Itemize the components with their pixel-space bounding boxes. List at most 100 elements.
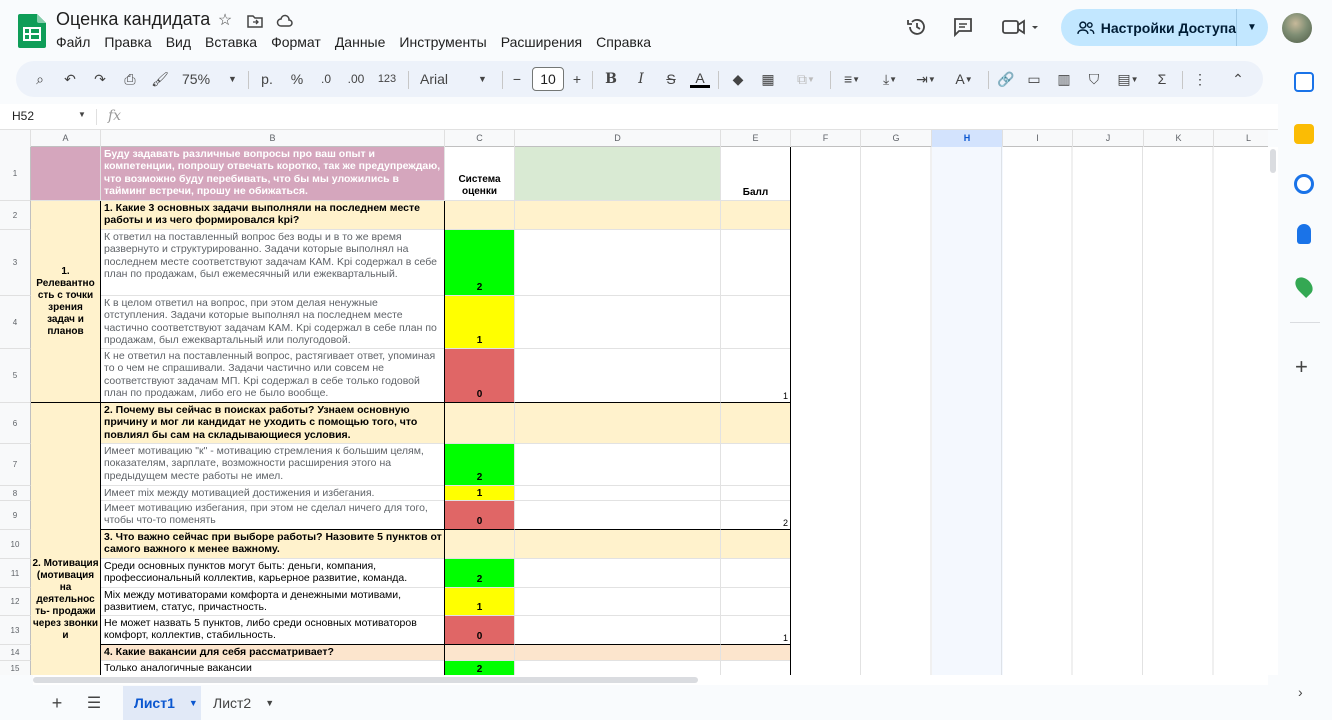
italic-icon[interactable]: I bbox=[630, 61, 652, 97]
decrease-font-size-icon[interactable]: − bbox=[508, 61, 526, 97]
column-header-l[interactable]: L bbox=[1214, 130, 1268, 147]
avatar[interactable] bbox=[1282, 13, 1312, 43]
font-select[interactable]: Arial ▼ bbox=[416, 61, 496, 97]
row-header[interactable]: 15 bbox=[0, 661, 31, 675]
filter-views-icon[interactable]: ▤ ▼ bbox=[1110, 61, 1146, 97]
menu-data[interactable]: Данные bbox=[335, 34, 393, 52]
cell-c2[interactable] bbox=[445, 201, 515, 230]
strikethrough-icon[interactable]: S bbox=[660, 61, 682, 97]
row-header[interactable]: 10 bbox=[0, 530, 31, 559]
cell-c3[interactable]: 2 bbox=[445, 230, 515, 296]
cell-a-block-2[interactable]: 2. Мотивация (мотивация на деятельнос ть… bbox=[31, 403, 101, 675]
insert-comment-icon[interactable]: ▭ bbox=[1022, 61, 1046, 97]
menu-format[interactable]: Формат bbox=[271, 34, 328, 52]
sheet-tab-1[interactable]: Лист1 ▼ bbox=[123, 686, 201, 720]
menu-insert[interactable]: Вставка bbox=[205, 34, 264, 52]
cell-e7[interactable] bbox=[721, 444, 791, 486]
maps-icon[interactable] bbox=[1291, 273, 1317, 299]
cell-e3[interactable] bbox=[721, 230, 791, 296]
horizontal-scroll-thumb[interactable] bbox=[33, 677, 698, 683]
collapse-toolbar-icon[interactable]: ⌃ bbox=[1226, 61, 1250, 97]
tasks-icon[interactable] bbox=[1294, 174, 1314, 194]
sheet-tab-2[interactable]: Лист2 ▼ bbox=[213, 686, 274, 720]
cell-b14[interactable]: 4. Какие вакансии для себя рассматривает… bbox=[101, 645, 445, 661]
cell-c14[interactable] bbox=[445, 645, 515, 661]
decrease-decimal-button[interactable]: .0 bbox=[314, 61, 338, 97]
horizontal-align-icon[interactable]: ≡ ▼ bbox=[834, 61, 870, 97]
all-sheets-icon[interactable]: ☰ bbox=[84, 693, 104, 713]
cell-c7[interactable]: 2 bbox=[445, 444, 515, 486]
cell-b4[interactable]: К в целом ответил на вопрос, при этом де… bbox=[101, 296, 445, 349]
percent-format-button[interactable]: % bbox=[286, 61, 308, 97]
cell-e5[interactable]: 1 bbox=[721, 349, 791, 403]
menu-extensions[interactable]: Расширения bbox=[501, 34, 589, 52]
zoom-select[interactable]: 75% ▼ bbox=[178, 61, 238, 97]
cell-d9[interactable] bbox=[515, 501, 721, 530]
cell-b10[interactable]: 3. Что важно сейчас при выборе работы? Н… bbox=[101, 530, 445, 559]
cell-b1[interactable]: Буду задавать различные вопросы про ваш … bbox=[101, 147, 445, 201]
column-header-h[interactable]: H bbox=[932, 130, 1003, 147]
insert-link-icon[interactable]: 🔗 bbox=[994, 61, 1018, 97]
share-dropdown-icon[interactable]: ▼ bbox=[1237, 22, 1267, 33]
cell-b5[interactable]: К не ответил на поставленный вопрос, рас… bbox=[101, 349, 445, 403]
cell-c6[interactable] bbox=[445, 403, 515, 444]
cell-c13[interactable]: 0 bbox=[445, 616, 515, 645]
borders-icon[interactable]: ▦ bbox=[756, 61, 780, 97]
name-box[interactable]: H52 bbox=[12, 109, 34, 123]
column-header-k[interactable]: K bbox=[1144, 130, 1214, 147]
chevron-down-icon[interactable]: ▼ bbox=[189, 698, 198, 708]
cloud-status-icon[interactable] bbox=[276, 12, 294, 30]
cell-d2[interactable] bbox=[515, 201, 721, 230]
sheet-grid[interactable]: A B C D E F G H I J K L 1 2 3 4 5 6 7 8 … bbox=[0, 130, 1268, 675]
row-header[interactable]: 4 bbox=[0, 296, 31, 349]
cell-e4[interactable] bbox=[721, 296, 791, 349]
row-header[interactable]: 5 bbox=[0, 349, 31, 403]
column-header-f[interactable]: F bbox=[791, 130, 861, 147]
cell-b9[interactable]: Имеет мотивацию избегания, при этом не с… bbox=[101, 501, 445, 530]
text-rotation-icon[interactable]: A ▼ bbox=[946, 61, 982, 97]
name-box-dropdown-icon[interactable]: ▼ bbox=[78, 110, 86, 119]
paint-format-icon[interactable]: 🖌 bbox=[148, 61, 172, 97]
cell-d1[interactable] bbox=[515, 147, 721, 201]
insert-chart-icon[interactable]: ▥ bbox=[1052, 61, 1076, 97]
cell-d10[interactable] bbox=[515, 530, 721, 559]
cell-e11[interactable] bbox=[721, 559, 791, 588]
row-header[interactable]: 9 bbox=[0, 501, 31, 530]
cell-e1[interactable]: Балл bbox=[721, 147, 791, 201]
column-header-g[interactable]: G bbox=[861, 130, 932, 147]
increase-decimal-button[interactable]: .00 bbox=[342, 61, 370, 97]
cell-e10[interactable] bbox=[721, 530, 791, 559]
star-icon[interactable]: ☆ bbox=[216, 12, 234, 30]
cell-d5[interactable] bbox=[515, 349, 721, 403]
keep-icon[interactable] bbox=[1294, 124, 1314, 144]
move-folder-icon[interactable] bbox=[246, 12, 264, 30]
cell-d8[interactable] bbox=[515, 486, 721, 501]
cell-b7[interactable]: Имеет мотивацию "к" - мотивацию стремлен… bbox=[101, 444, 445, 486]
cell-c15[interactable]: 2 bbox=[445, 661, 515, 675]
column-header-b[interactable]: B bbox=[101, 130, 445, 147]
get-addons-icon[interactable]: + bbox=[1295, 354, 1308, 380]
row-header[interactable]: 6 bbox=[0, 403, 31, 444]
column-header-a[interactable]: A bbox=[31, 130, 101, 147]
more-formats-button[interactable]: 123 bbox=[374, 61, 400, 97]
cell-d13[interactable] bbox=[515, 616, 721, 645]
cell-b2[interactable]: 1. Какие 3 основных задачи выполняли на … bbox=[101, 201, 445, 230]
vertical-align-icon[interactable]: ⤓ ▼ bbox=[872, 61, 908, 97]
cell-d14[interactable] bbox=[515, 645, 721, 661]
row-header[interactable]: 14 bbox=[0, 645, 31, 661]
row-header[interactable]: 11 bbox=[0, 559, 31, 588]
menu-tools[interactable]: Инструменты bbox=[399, 34, 493, 52]
column-header-j[interactable]: J bbox=[1073, 130, 1144, 147]
cell-a-block-1[interactable]: 1. Релевантно сть с точки зрения задач и… bbox=[31, 201, 101, 403]
document-title[interactable]: Оценка кандидата bbox=[56, 9, 210, 30]
search-menus-icon[interactable]: ⌕ bbox=[28, 61, 52, 97]
cell-d4[interactable] bbox=[515, 296, 721, 349]
share-button[interactable]: Настройки Доступа ▼ bbox=[1061, 9, 1268, 46]
calendar-icon[interactable] bbox=[1294, 72, 1314, 92]
cell-e13[interactable]: 1 bbox=[721, 616, 791, 645]
formula-input[interactable] bbox=[130, 106, 1260, 128]
column-header-e[interactable]: E bbox=[721, 130, 791, 147]
show-side-panel-icon[interactable]: › bbox=[1298, 684, 1303, 700]
fill-color-icon[interactable]: ◆ bbox=[726, 61, 750, 97]
functions-icon[interactable]: Σ bbox=[1150, 61, 1174, 97]
